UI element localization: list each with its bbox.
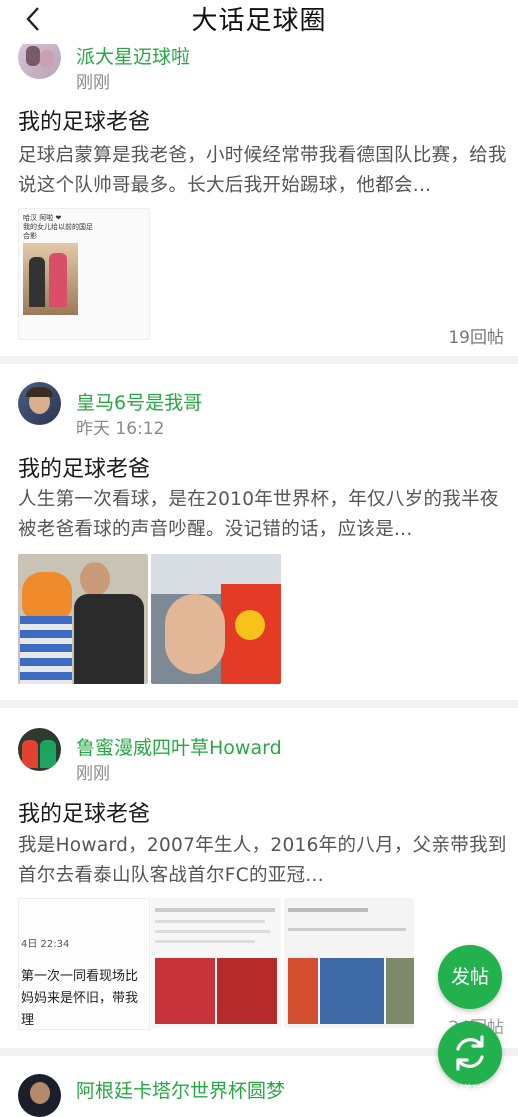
post-image[interactable] [151, 554, 281, 684]
post-image[interactable] [151, 898, 281, 1028]
post-time: 昨天 16:12 [76, 419, 165, 439]
divider [0, 700, 518, 708]
username[interactable]: 阿根廷卡塔尔世界杯圆梦 [76, 1076, 285, 1103]
post-card[interactable]: 皇马6号是我哥 昨天 16:12 我的足球老爸 人生第一次看球，是在2010年世… [0, 364, 518, 700]
post-button[interactable]: 发帖 [438, 945, 502, 1009]
refresh-icon [456, 1035, 484, 1071]
image-text: 4日 22:34 [21, 939, 70, 950]
post-title[interactable]: 我的足球老爸 [18, 451, 150, 483]
post-image[interactable] [18, 554, 148, 684]
post-excerpt[interactable]: 足球启蒙算是我老爸，小时候经常带我看德国队比赛，给我说这个队帅哥最多。长大后我开… [18, 141, 508, 201]
reply-count: 19回帖 [448, 328, 504, 348]
username[interactable]: 皇马6号是我哥 [76, 388, 202, 415]
post-title[interactable]: 我的足球老爸 [18, 104, 150, 136]
post-time: 刚刚 [76, 73, 110, 93]
post-image[interactable]: 哈汉 阿啦 ❤ 我的女儿给以前的国足 合影 [18, 208, 150, 340]
post-card[interactable]: 派大星迈球啦 刚刚 我的足球老爸 足球启蒙算是我老爸，小时候经常带我看德国队比赛… [0, 0, 518, 360]
image-text: 妈妈来是怀旧，带我 [21, 991, 139, 1006]
image-caption-line: 合影 [23, 232, 37, 240]
post-button-label: 发帖 [450, 966, 489, 988]
post-image[interactable]: 4日 22:34 第一次一同看现场比 妈妈来是怀旧，带我 理 [18, 898, 150, 1030]
post-title[interactable]: 我的足球老爸 [18, 796, 150, 828]
username[interactable]: 派大星迈球啦 [76, 42, 190, 69]
username[interactable]: 鲁蜜漫威四叶草Howard [76, 733, 282, 760]
post-card[interactable]: 鲁蜜漫威四叶草Howard 刚刚 我的足球老爸 我是Howard，2007年生人… [0, 708, 518, 1048]
page-title: 大话足球圈 [191, 6, 327, 36]
refresh-button[interactable] [438, 1021, 502, 1085]
post-image[interactable] [284, 898, 414, 1028]
avatar[interactable] [18, 1074, 61, 1117]
post-excerpt[interactable]: 我是Howard，2007年生人，2016年的八月，父亲带我到首尔去看泰山队客战… [18, 831, 508, 891]
image-text: 理 [21, 1013, 35, 1028]
image-text: 第一次一同看现场比 [21, 969, 139, 984]
top-bar: 大话足球圈 [0, 0, 518, 44]
post-excerpt[interactable]: 人生第一次看球，是在2010年世界杯，年仅八岁的我半夜被老爸看球的声音吵醒。没记… [18, 485, 508, 545]
divider [0, 356, 518, 364]
post-time: 刚刚 [76, 764, 110, 784]
avatar[interactable] [18, 728, 61, 771]
avatar[interactable] [18, 382, 61, 425]
watermark: 懂球帝 [458, 1084, 498, 1099]
